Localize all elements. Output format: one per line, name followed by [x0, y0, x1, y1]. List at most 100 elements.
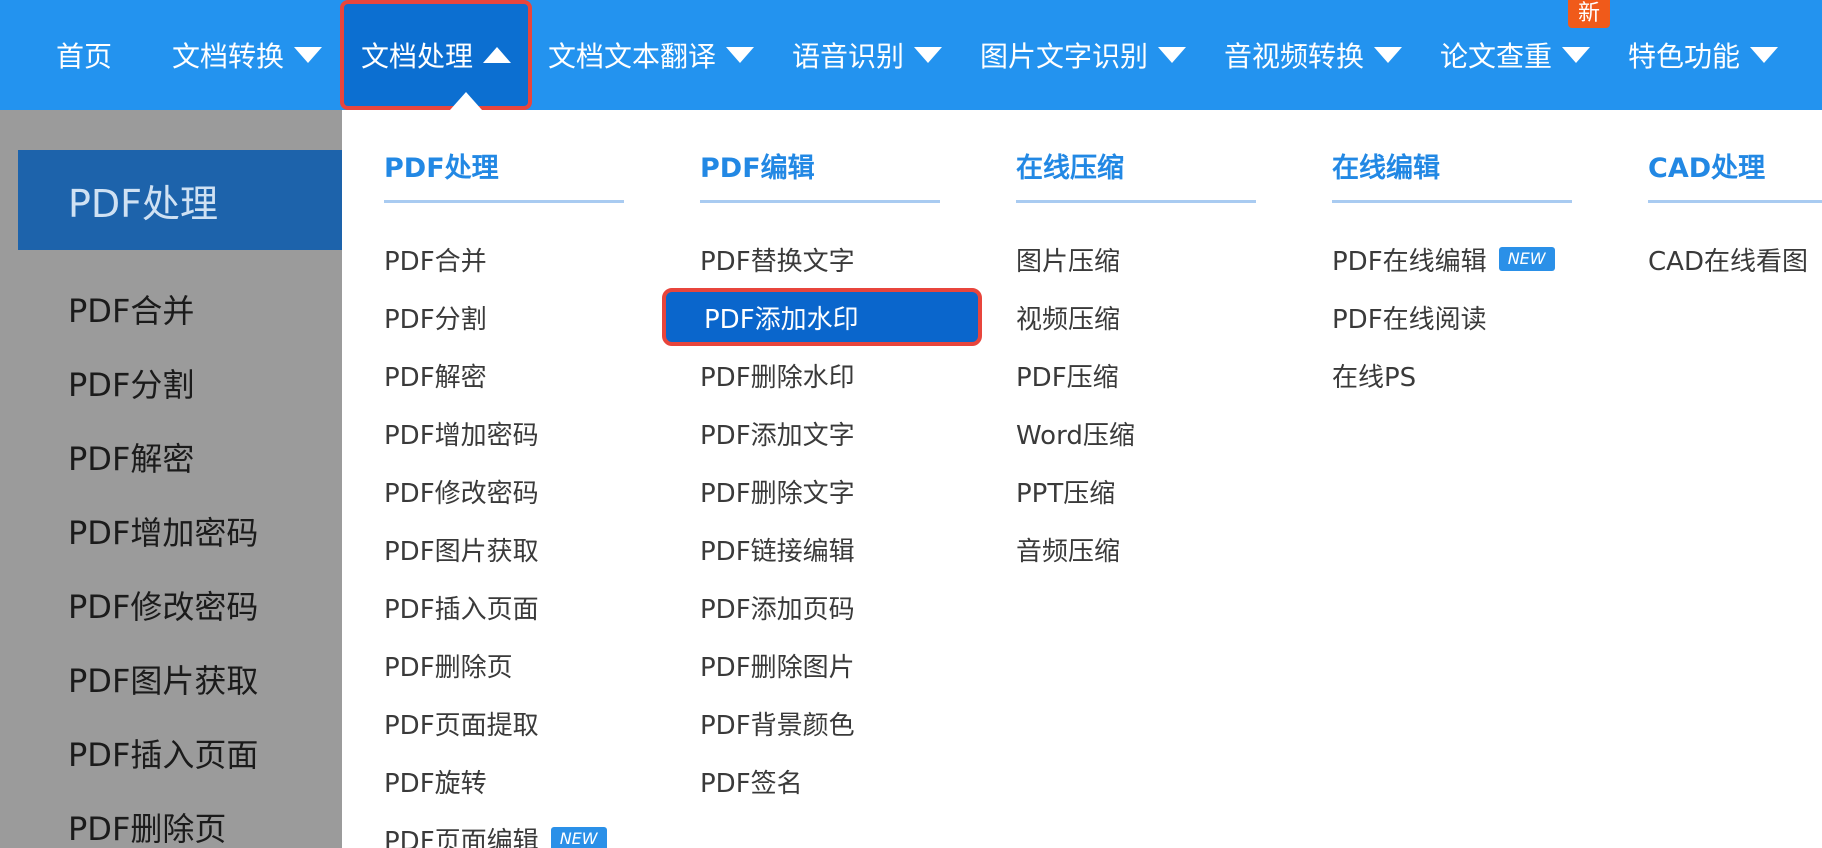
menu-item[interactable]: 在线PS	[1332, 346, 1604, 404]
nav-av-convert-label: 音视频转换	[1224, 40, 1365, 73]
new-badge: 新	[1568, 0, 1610, 28]
menu-item[interactable]: PDF修改密码	[384, 462, 656, 520]
chevron-down-icon	[1750, 47, 1779, 63]
menu-item[interactable]: CAD在线看图	[1648, 230, 1822, 288]
menu-item-label: PDF替换文字	[700, 246, 855, 277]
menu-item-label: 视频压缩	[1016, 304, 1121, 335]
menu-item-label: Word压缩	[1016, 420, 1135, 451]
menu-column-title: PDF处理	[384, 144, 624, 203]
menu-item[interactable]: PDF签名	[700, 752, 972, 810]
nav-speech-recognition[interactable]: 语音识别	[792, 0, 943, 110]
page: 首页 文档转换 文档处理 文档文本翻译 语音识别 图片文字识别 音视频转换 论文…	[0, 0, 1822, 848]
top-nav-bar: 首页 文档转换 文档处理 文档文本翻译 语音识别 图片文字识别 音视频转换 论文…	[0, 0, 1822, 110]
nav-speech-recognition-label: 语音识别	[792, 40, 905, 73]
sidebar-item[interactable]: PDF图片获取	[0, 644, 342, 718]
menu-item-label: PDF解密	[384, 362, 487, 393]
menu-item[interactable]: Word压缩	[1016, 404, 1288, 462]
menu-item-label: 音频压缩	[1016, 536, 1121, 567]
menu-item[interactable]: PDF合并	[384, 230, 656, 288]
menu-item[interactable]: PDF替换文字	[700, 230, 972, 288]
menu-item[interactable]: PDF在线阅读	[1332, 288, 1604, 346]
menu-item[interactable]: PDF删除图片	[700, 636, 972, 694]
menu-item[interactable]: PDF背景颜色	[700, 694, 972, 752]
menu-item-label: PDF页面提取	[384, 710, 539, 741]
menu-item[interactable]: PDF插入页面	[384, 578, 656, 636]
chevron-down-icon	[914, 47, 943, 63]
menu-item-label: PDF压缩	[1016, 362, 1119, 393]
menu-item[interactable]: PDF页面编辑 NEW	[384, 810, 656, 848]
nav-home[interactable]: 首页	[56, 0, 112, 110]
sidebar-item[interactable]: PDF修改密码	[0, 570, 342, 644]
menu-item-label: PDF在线阅读	[1332, 304, 1487, 335]
sidebar-item[interactable]: PDF增加密码	[0, 496, 342, 570]
menu-item[interactable]: PDF链接编辑	[700, 520, 972, 578]
menu-item[interactable]: 视频压缩	[1016, 288, 1288, 346]
sidebar-item[interactable]: PDF合并	[0, 274, 342, 348]
chevron-down-icon	[294, 47, 323, 63]
dropdown-pointer-arrow	[450, 92, 482, 110]
chevron-down-icon	[726, 47, 755, 63]
menu-item[interactable]: PDF压缩	[1016, 346, 1288, 404]
menu-item-label: PDF旋转	[384, 768, 487, 799]
menu-item[interactable]: PDF图片获取	[384, 520, 656, 578]
menu-column-list: 图片压缩 视频压缩 PDF压缩 Word压缩 PPT压缩 音频压缩	[1016, 230, 1288, 578]
menu-item-label: PDF分割	[384, 304, 487, 335]
nav-av-convert[interactable]: 音视频转换	[1224, 0, 1403, 110]
nav-image-ocr[interactable]: 图片文字识别	[980, 0, 1187, 110]
menu-item-label: PDF删除图片	[700, 652, 855, 683]
menu-item-label: PDF合并	[384, 246, 487, 277]
menu-item-label: PDF页面编辑	[384, 826, 539, 848]
menu-item[interactable]: PPT压缩	[1016, 462, 1288, 520]
menu-item-label: PDF在线编辑	[1332, 246, 1487, 277]
sidebar-title: PDF处理	[18, 150, 342, 250]
menu-item-label: PDF删除页	[384, 652, 513, 683]
sidebar-item[interactable]: PDF分割	[0, 348, 342, 422]
menu-item[interactable]: PDF添加页码	[700, 578, 972, 636]
menu-item[interactable]: PDF增加密码	[384, 404, 656, 462]
new-tag: NEW	[1498, 247, 1555, 271]
sidebar-item[interactable]: PDF解密	[0, 422, 342, 496]
menu-item[interactable]: PDF添加文字	[700, 404, 972, 462]
menu-item-label: PPT压缩	[1016, 478, 1116, 509]
nav-special-features-label: 特色功能	[1628, 40, 1741, 73]
menu-item[interactable]: PDF解密	[384, 346, 656, 404]
menu-column-title: 在线压缩	[1016, 144, 1256, 203]
menu-item[interactable]: PDF删除页	[384, 636, 656, 694]
menu-item-label: PDF图片获取	[384, 536, 539, 567]
nav-doc-translate[interactable]: 文档文本翻译	[548, 0, 755, 110]
menu-item-label: PDF修改密码	[384, 478, 539, 509]
menu-item-label: CAD在线看图	[1648, 246, 1808, 277]
menu-item[interactable]: PDF删除水印	[700, 346, 972, 404]
menu-item-label: PDF添加水印	[704, 304, 859, 335]
nav-image-ocr-label: 图片文字识别	[980, 40, 1149, 73]
menu-column-title: 在线编辑	[1332, 144, 1572, 203]
menu-column-title: CAD处理	[1648, 144, 1822, 203]
new-tag: NEW	[550, 827, 607, 848]
menu-item-label: PDF链接编辑	[700, 536, 855, 567]
menu-item-label: PDF添加文字	[700, 420, 855, 451]
nav-plagiarism-check-label: 论文查重	[1440, 40, 1553, 73]
nav-doc-convert-label: 文档转换	[172, 40, 285, 73]
sidebar-list: PDF合并 PDF分割 PDF解密 PDF增加密码 PDF修改密码 PDF图片获…	[0, 274, 342, 848]
menu-item[interactable]: 音频压缩	[1016, 520, 1288, 578]
menu-item-label: PDF删除文字	[700, 478, 855, 509]
nav-special-features[interactable]: 特色功能	[1628, 0, 1779, 110]
menu-column-title: PDF编辑	[700, 144, 940, 203]
menu-item[interactable]: PDF删除文字	[700, 462, 972, 520]
menu-item-label: 图片压缩	[1016, 246, 1121, 277]
menu-item[interactable]: PDF在线编辑 NEW	[1332, 230, 1604, 288]
chevron-up-icon	[483, 47, 511, 63]
menu-item[interactable]: PDF旋转	[384, 752, 656, 810]
nav-doc-convert[interactable]: 文档转换	[172, 0, 323, 110]
menu-item-selected[interactable]: PDF添加水印	[662, 288, 982, 346]
menu-item[interactable]: PDF页面提取	[384, 694, 656, 752]
menu-item-label: PDF添加页码	[700, 594, 855, 625]
menu-item[interactable]: 图片压缩	[1016, 230, 1288, 288]
nav-doc-process[interactable]: 文档处理	[340, 0, 532, 110]
chevron-down-icon	[1374, 47, 1403, 63]
nav-doc-process-label: 文档处理	[360, 40, 473, 73]
menu-item[interactable]: PDF分割	[384, 288, 656, 346]
sidebar-item[interactable]: PDF删除页	[0, 792, 342, 848]
menu-item-label: PDF签名	[700, 768, 803, 799]
sidebar-item[interactable]: PDF插入页面	[0, 718, 342, 792]
